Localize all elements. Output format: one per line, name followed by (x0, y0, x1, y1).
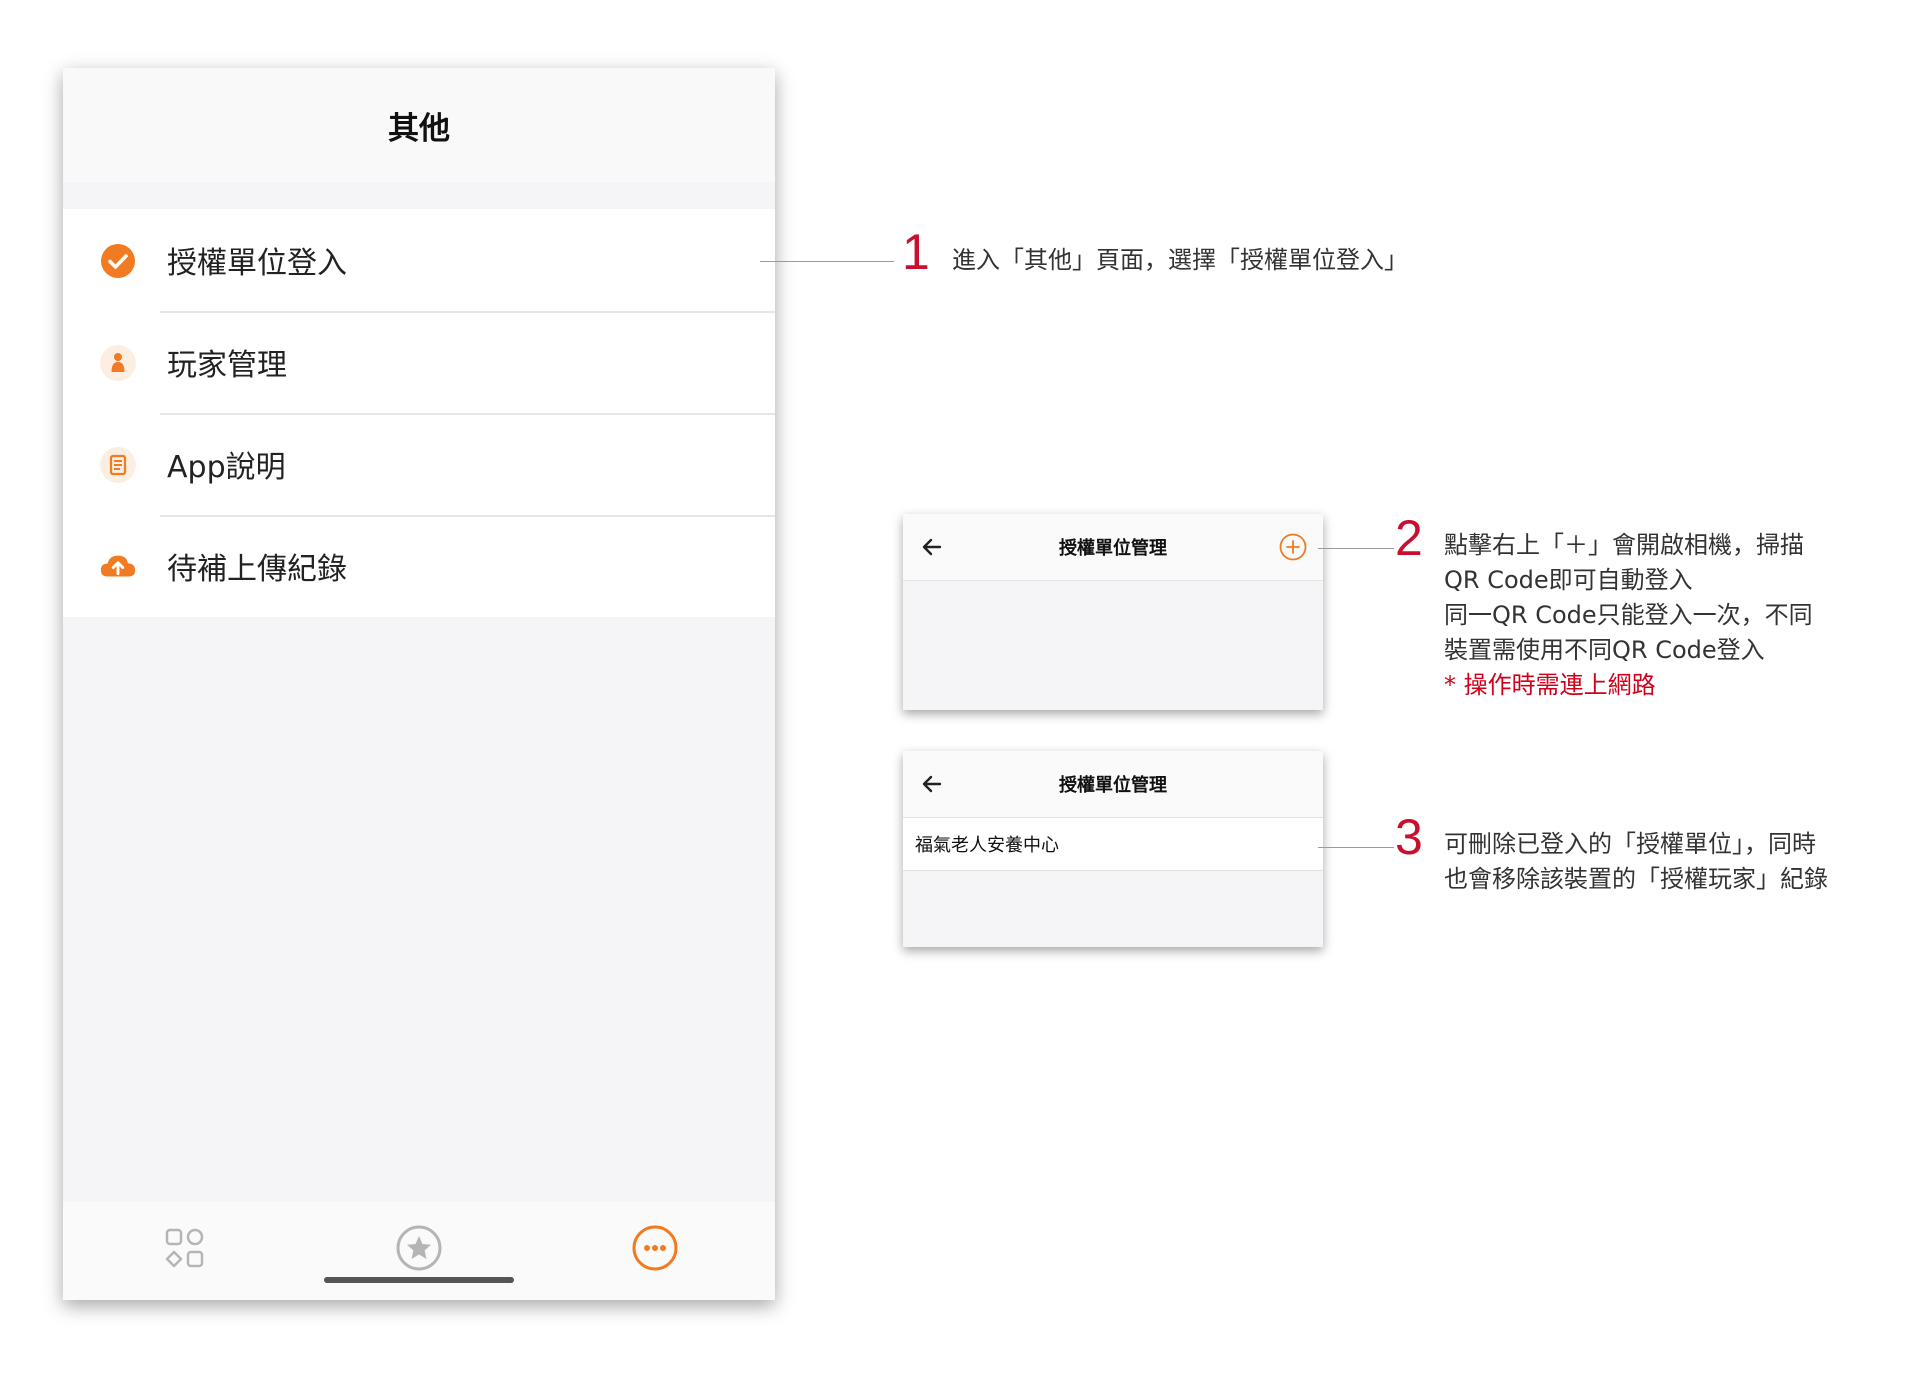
check-circle-icon (99, 242, 137, 280)
leader-line-2 (1318, 548, 1394, 549)
step-text-line: 進入「其他」頁面，選擇「授權單位登入」 (952, 246, 1408, 274)
menu-item-app-guide[interactable]: App說明 (63, 413, 775, 515)
menu-item-player-management[interactable]: 玩家管理 (63, 311, 775, 413)
mini-screen-authorized-units-empty: 授權單位管理 (903, 514, 1323, 710)
step-text-line: 可刪除已登入的「授權單位」，同時 (1444, 830, 1816, 858)
step-number-1: 1 (902, 224, 930, 280)
mini-header: 授權單位管理 (903, 514, 1323, 581)
menu-item-label: 待補上傳紀錄 (167, 552, 347, 587)
menu-item-label: 授權單位登入 (167, 246, 347, 281)
step-text-line: QR Code即可自動登入 (1444, 566, 1693, 594)
add-circle-icon[interactable] (1279, 533, 1307, 561)
menu-item-label: App說明 (167, 450, 286, 485)
back-arrow-icon[interactable] (921, 536, 943, 558)
mini-header: 授權單位管理 (903, 751, 1323, 818)
menu-item-authorized-unit-login[interactable]: 授權單位登入 (63, 209, 775, 311)
step-number-2: 2 (1395, 510, 1423, 566)
leader-line-1 (760, 261, 894, 262)
menu-item-pending-upload-records[interactable]: 待補上傳紀錄 (63, 515, 775, 617)
step-text-line: 裝置需使用不同QR Code登入 (1444, 636, 1765, 664)
grid-shapes-icon[interactable] (159, 1222, 211, 1274)
step-2-description: 點擊右上「＋」會開啟相機，掃描 QR Code即可自動登入 同一QR Code只… (1444, 528, 1813, 703)
mini-title: 授權單位管理 (1059, 538, 1167, 559)
back-arrow-icon[interactable] (921, 773, 943, 795)
list-item[interactable]: 福氣老人安養中心 (903, 818, 1323, 871)
step-text-line: 同一QR Code只能登入一次，不同 (1444, 601, 1813, 629)
mini-title: 授權單位管理 (1059, 775, 1167, 796)
more-circle-icon[interactable] (629, 1222, 681, 1274)
phone-screen: 其他 授權單位登入 玩家管理 App說明 待補上傳紀錄 (63, 68, 775, 1300)
step-1-description: 進入「其他」頁面，選擇「授權單位登入」 (952, 243, 1408, 278)
step-text-line: 點擊右上「＋」會開啟相機，掃描 (1444, 531, 1804, 559)
mini-screen-authorized-units-list: 授權單位管理 福氣老人安養中心 (903, 751, 1323, 947)
phone-header: 其他 (63, 68, 775, 182)
menu-item-label: 玩家管理 (167, 348, 287, 383)
cloud-upload-icon (99, 548, 137, 586)
document-icon (99, 446, 137, 484)
step-3-description: 可刪除已登入的「授權單位」，同時 也會移除該裝置的「授權玩家」紀錄 (1444, 827, 1828, 897)
network-warning: * 操作時需連上網路 (1444, 671, 1656, 699)
authorized-unit-name: 福氣老人安養中心 (915, 835, 1059, 856)
step-text-line: 也會移除該裝置的「授權玩家」紀錄 (1444, 865, 1828, 893)
step-number-3: 3 (1395, 809, 1423, 865)
star-circle-icon[interactable] (393, 1222, 445, 1274)
person-icon (99, 344, 137, 382)
home-indicator (324, 1277, 514, 1283)
settings-menu: 授權單位登入 玩家管理 App說明 待補上傳紀錄 (63, 209, 775, 617)
page-title: 其他 (388, 110, 450, 147)
tab-bar (63, 1202, 775, 1300)
leader-line-3 (1318, 847, 1394, 848)
